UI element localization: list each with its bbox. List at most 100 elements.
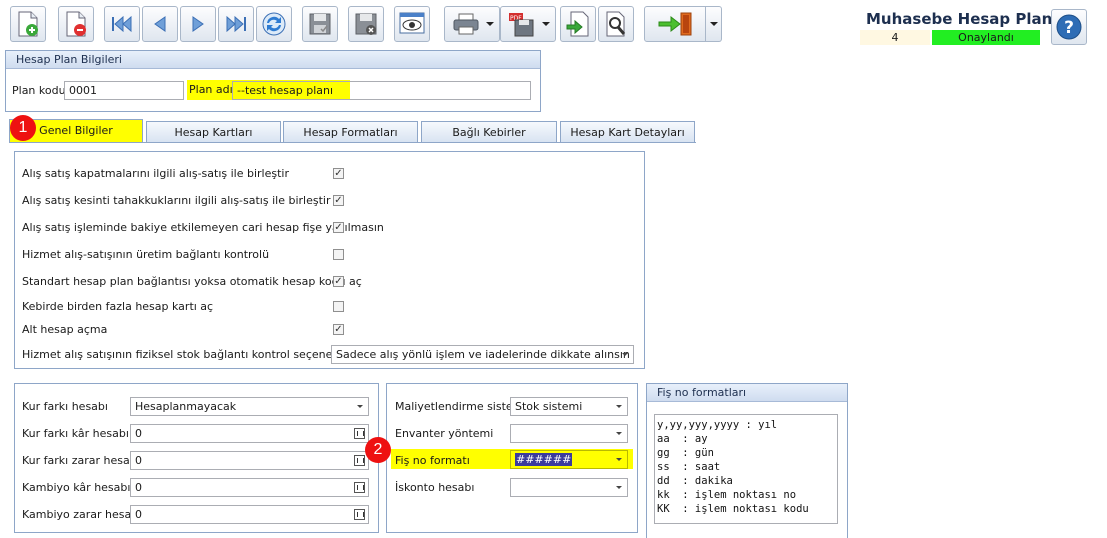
kur-kar-field[interactable]: 0 [130, 424, 369, 443]
option-label: Hizmet alış-satışının üretim bağlantı ko… [22, 248, 270, 261]
option-label: Alış satış kesinti tahakkuklarını ilgili… [22, 194, 331, 207]
new-record-icon [18, 11, 38, 37]
format-line: dd : dakika [657, 475, 733, 487]
save-icon [309, 13, 331, 35]
search-tool-icon [606, 11, 626, 37]
print-icon [453, 13, 479, 35]
fis-format-label: Fiş no formatı [395, 454, 470, 467]
exit-button[interactable] [644, 6, 706, 42]
kur-zarar-label: Kur farkı zarar hesabı [22, 454, 140, 467]
delete-record-button[interactable] [58, 6, 94, 42]
kambiyo-kar-label: Kambiyo kâr hesabı [22, 481, 131, 494]
tab-bagli-kebirler[interactable]: Bağlı Kebirler [421, 121, 557, 143]
kur-kar-label: Kur farkı kâr hesabı [22, 427, 129, 440]
next-record-button[interactable] [180, 6, 216, 42]
costing-system-select[interactable]: Stok sistemi [510, 397, 628, 416]
costing-system-value: Stok sistemi [515, 400, 583, 413]
stock-link-select[interactable]: Sadece alış yönlü işlem ve iadelerinde d… [331, 345, 634, 364]
fis-format-select[interactable]: ###### [510, 450, 628, 469]
discount-account-label: İskonto hesabı [395, 481, 475, 494]
costing-system-label: Maliyetlendirme sistemi [395, 400, 527, 413]
format-line: gg : gün [657, 447, 714, 459]
format-line: ss : saat [657, 461, 721, 473]
chevron-down-icon [616, 458, 622, 461]
help-icon: ? [1056, 14, 1082, 40]
tab-strip-divider [9, 142, 696, 143]
first-record-button[interactable] [104, 6, 140, 42]
chevron-down-icon [622, 353, 628, 356]
option-label: Standart hesap plan bağlantısı yoksa oto… [22, 275, 362, 288]
delete-record-icon [66, 11, 86, 37]
print-button[interactable] [444, 6, 500, 42]
kambiyo-kar-field[interactable]: 0 [130, 478, 369, 497]
option-checkbox[interactable]: ✓ [333, 195, 344, 206]
save-button[interactable] [302, 6, 338, 42]
previous-record-icon [154, 16, 166, 32]
kambiyo-zarar-label: Kambiyo zarar hesabı [22, 508, 142, 521]
help-button[interactable]: ? [1051, 9, 1087, 45]
preview-button[interactable] [394, 6, 430, 42]
stock-link-value: Sadece alış yönlü işlem ve iadelerinde d… [336, 348, 630, 361]
format-line: kk : işlem noktası no [657, 489, 797, 501]
refresh-icon [262, 12, 286, 36]
kur-farki-select[interactable]: Hesaplanmayacak [130, 397, 369, 416]
step-marker-1: 1 [10, 115, 36, 141]
step-marker-2: 2 [365, 437, 391, 463]
toolbar: PDF Muhasebe Hesap Planı 4 Onaylandı ? [0, 0, 1107, 48]
plan-code-label: Plan kodu [12, 84, 66, 97]
last-record-button[interactable] [218, 6, 254, 42]
format-line: KK : işlem noktası kodu [657, 503, 809, 515]
fis-format-value: ###### [515, 453, 573, 466]
calculator-icon[interactable] [354, 455, 365, 466]
calculator-icon[interactable] [354, 482, 365, 493]
plan-code-field[interactable]: 0001 [64, 81, 184, 100]
format-line: aa : ay [657, 433, 708, 445]
option-checkbox[interactable]: ✓ [333, 222, 344, 233]
fis-formats-title: Fiş no formatları [647, 384, 847, 402]
option-label: Alt hesap açma [22, 323, 108, 336]
option-checkbox[interactable]: ✓ [333, 168, 344, 179]
tab-hesap-kart-detaylari[interactable]: Hesap Kart Detayları [560, 121, 695, 143]
import-button[interactable] [560, 6, 596, 42]
stock-link-label: Hizmet alış satışının fiziksel stok bağl… [22, 348, 357, 361]
kur-farki-label: Kur farkı hesabı [22, 400, 108, 413]
chevron-down-icon[interactable] [542, 22, 550, 26]
fis-formats-list[interactable]: y,yy,yyy,yyyy : yıl aa : ay gg : gün ss … [654, 414, 838, 524]
status-badge: Onaylandı [932, 30, 1040, 45]
option-checkbox[interactable] [333, 249, 344, 260]
refresh-button[interactable] [256, 6, 292, 42]
import-icon [566, 11, 589, 37]
kur-farki-value: Hesaplanmayacak [135, 400, 237, 413]
tab-hesap-kartlari[interactable]: Hesap Kartları [146, 121, 281, 143]
inventory-method-label: Envanter yöntemi [395, 427, 494, 440]
svg-text:?: ? [1064, 18, 1074, 38]
exit-menu-button[interactable] [706, 6, 722, 42]
option-checkbox[interactable] [333, 301, 344, 312]
chevron-down-icon [616, 432, 622, 435]
option-checkbox[interactable]: ✓ [333, 324, 344, 335]
pdf-export-button[interactable]: PDF [500, 6, 556, 42]
calculator-icon[interactable] [354, 509, 365, 520]
save-cancel-button[interactable] [348, 6, 384, 42]
chevron-down-icon[interactable] [486, 22, 494, 26]
first-record-icon [112, 15, 132, 33]
save-cancel-icon [355, 13, 377, 35]
exit-icon [658, 12, 692, 36]
preview-icon [399, 12, 425, 34]
kur-zarar-field[interactable]: 0 [130, 451, 369, 470]
option-checkbox[interactable]: ✓ [333, 276, 344, 287]
chevron-down-icon [616, 486, 622, 489]
next-record-icon [192, 16, 204, 32]
calculator-icon[interactable] [354, 428, 365, 439]
search-tool-button[interactable] [598, 6, 634, 42]
inventory-method-select[interactable] [510, 424, 628, 443]
pdf-export-icon: PDF [509, 13, 534, 37]
chevron-down-icon [357, 405, 363, 408]
new-record-button[interactable] [10, 6, 46, 42]
tab-hesap-formatlari[interactable]: Hesap Formatları [283, 121, 418, 143]
discount-account-select[interactable] [510, 478, 628, 497]
plan-name-field[interactable]: --test hesap planı [232, 81, 531, 100]
previous-record-button[interactable] [142, 6, 178, 42]
kambiyo-zarar-field[interactable]: 0 [130, 505, 369, 524]
kambiyo-kar-value: 0 [135, 481, 142, 494]
